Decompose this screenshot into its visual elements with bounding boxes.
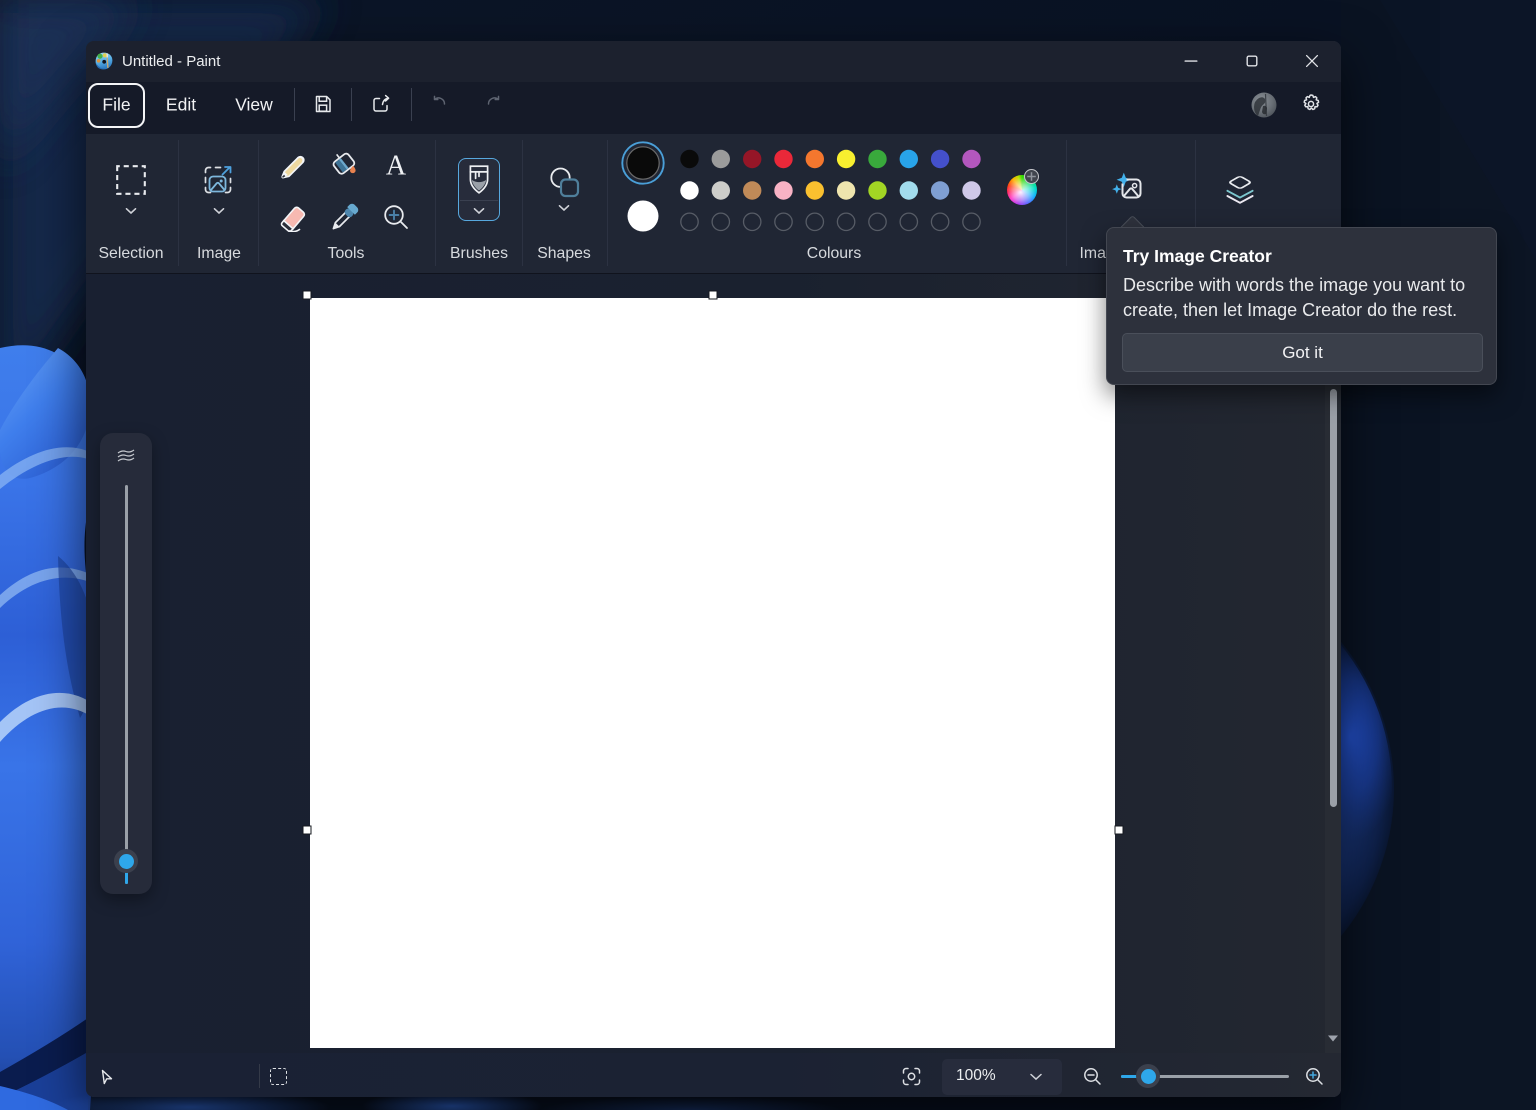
svg-text:A: A bbox=[386, 151, 407, 181]
